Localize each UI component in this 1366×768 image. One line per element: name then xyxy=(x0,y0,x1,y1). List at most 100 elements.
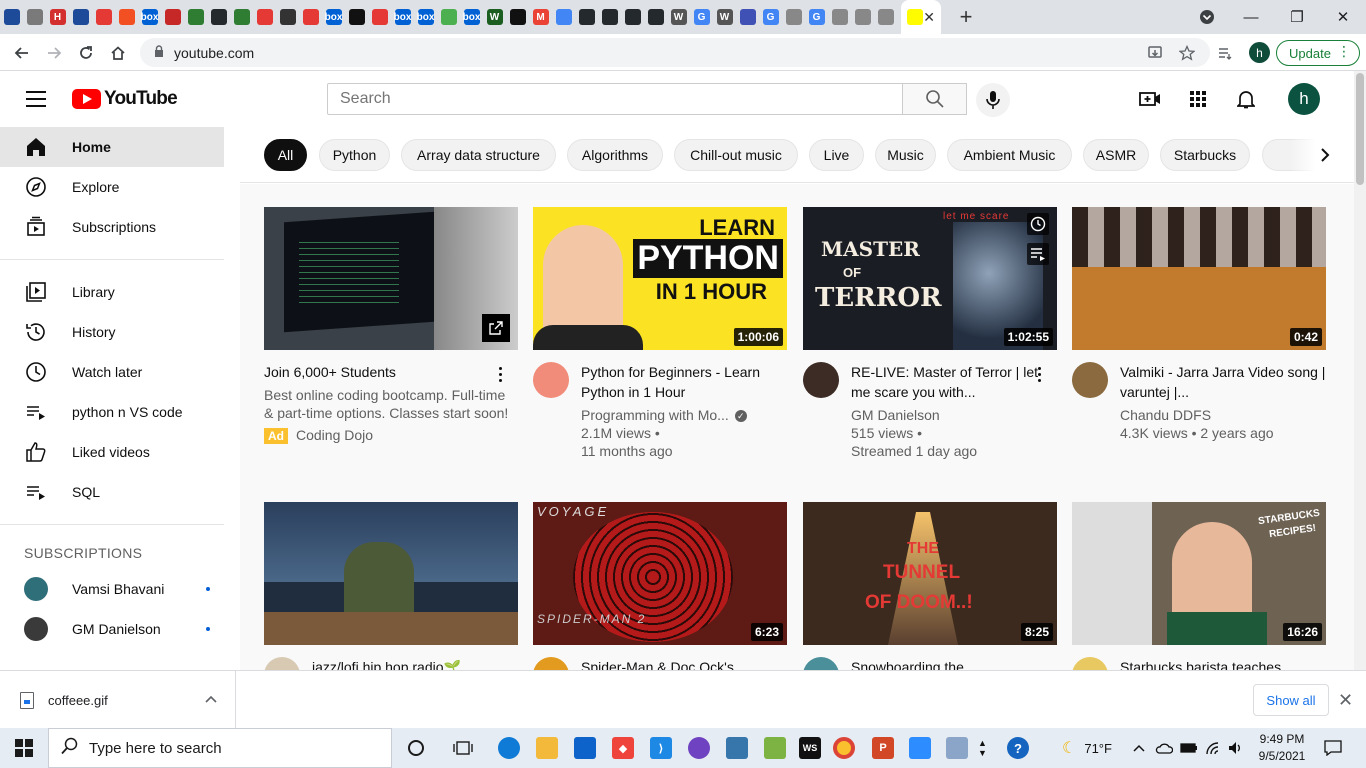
browser-tab[interactable]: G xyxy=(690,0,713,34)
python-taskbar-icon[interactable] xyxy=(721,732,753,764)
browser-tab[interactable]: box xyxy=(414,0,437,34)
show-hidden-icons-button[interactable] xyxy=(1133,728,1145,768)
browser-tab[interactable]: G xyxy=(759,0,782,34)
notifications-button[interactable] xyxy=(1234,87,1258,111)
browser-tab[interactable] xyxy=(828,0,851,34)
browser-tab[interactable] xyxy=(276,0,299,34)
video-card[interactable]: jazz/lofi hip hop radio🌱 xyxy=(264,502,518,670)
chip-live[interactable]: Live xyxy=(809,139,864,171)
reading-list-icon[interactable] xyxy=(1213,38,1237,67)
video-thumbnail[interactable] xyxy=(264,207,518,350)
sidebar-item-liked-videos[interactable]: Liked videos xyxy=(0,432,224,472)
browser-tab[interactable] xyxy=(782,0,805,34)
video-title[interactable]: Valmiki - Jarra Jarra Video song | varun… xyxy=(1120,362,1326,402)
browser-tab[interactable] xyxy=(552,0,575,34)
active-tab[interactable]: ✕ xyxy=(901,0,941,34)
video-thumbnail[interactable]: MASTER OF TERROR let me scare 1:02:55 xyxy=(803,207,1057,350)
video-card[interactable]: LEARN PYTHON IN 1 HOUR 1:00:06 Python for Be… xyxy=(533,207,787,460)
channel-avatar[interactable] xyxy=(1072,362,1108,398)
subscription-item[interactable]: GM Danielson xyxy=(0,609,224,649)
anydesk-taskbar-icon[interactable]: ◆ xyxy=(607,732,639,764)
channel-name[interactable]: GM Danielson xyxy=(851,406,1057,424)
paint-taskbar-icon[interactable] xyxy=(941,732,973,764)
scrollbar-thumb[interactable] xyxy=(1356,73,1364,185)
voice-search-button[interactable] xyxy=(976,83,1010,117)
browser-tab[interactable] xyxy=(184,0,207,34)
browser-tab[interactable] xyxy=(598,0,621,34)
start-button[interactable] xyxy=(0,728,48,768)
page-scrollbar[interactable] xyxy=(1354,71,1366,670)
close-window-button[interactable]: ✕ xyxy=(1320,0,1366,34)
browser-tab[interactable]: H xyxy=(46,0,69,34)
video-thumbnail[interactable]: STARBUCKS RECIPES! 16:26 xyxy=(1072,502,1326,645)
powerpoint-taskbar-icon[interactable]: P xyxy=(867,732,899,764)
video-thumbnail[interactable]: LEARN PYTHON IN 1 HOUR 1:00:06 xyxy=(533,207,787,350)
browser-tab[interactable] xyxy=(644,0,667,34)
github-desktop-taskbar-icon[interactable] xyxy=(683,732,715,764)
cortana-button[interactable] xyxy=(400,732,432,764)
browser-tab[interactable] xyxy=(207,0,230,34)
browser-tab[interactable] xyxy=(23,0,46,34)
video-card[interactable]: STARBUCKS RECIPES! 16:26 Starbucks barista … xyxy=(1072,502,1326,670)
video-title[interactable]: Python for Beginners - Learn Python in 1… xyxy=(581,362,787,402)
vscode-taskbar-icon[interactable]: ⟩ xyxy=(645,732,677,764)
sidebar-item-subscriptions[interactable]: Subscriptions xyxy=(0,207,224,247)
browser-tab[interactable]: W xyxy=(483,0,506,34)
browser-tab[interactable] xyxy=(0,0,23,34)
home-button[interactable] xyxy=(102,37,134,69)
chip-array-data-structure[interactable]: Array data structure xyxy=(401,139,556,171)
more-actions-icon[interactable] xyxy=(1029,364,1049,384)
notification-center-button[interactable] xyxy=(1324,728,1342,768)
maximize-button[interactable]: ❐ xyxy=(1274,0,1320,34)
sidebar-item-python-n-vs-code[interactable]: python n VS code xyxy=(0,392,224,432)
browser-update-button[interactable]: Update ⋮ xyxy=(1276,40,1360,66)
edge-taskbar-icon[interactable] xyxy=(493,732,525,764)
browser-tab[interactable]: G xyxy=(805,0,828,34)
browser-tab[interactable]: W xyxy=(667,0,690,34)
browser-tab[interactable] xyxy=(506,0,529,34)
chip-chill-out-music[interactable]: Chill-out music xyxy=(674,139,798,171)
browser-tab[interactable] xyxy=(69,0,92,34)
browser-tab[interactable] xyxy=(253,0,276,34)
video-thumbnail[interactable]: 0:42 xyxy=(1072,207,1326,350)
chevron-up-icon[interactable] xyxy=(205,691,217,706)
channel-avatar[interactable] xyxy=(803,362,839,398)
video-title[interactable]: Snowboarding the xyxy=(851,657,1057,670)
clock-icon[interactable] xyxy=(1027,213,1049,235)
video-title[interactable]: Starbucks barista teaches xyxy=(1120,657,1326,670)
back-button[interactable] xyxy=(6,37,38,69)
chip-python[interactable]: Python xyxy=(319,139,390,171)
browser-tab[interactable]: box xyxy=(322,0,345,34)
chip-ambient-music[interactable]: Ambient Music xyxy=(947,139,1072,171)
more-actions-icon[interactable] xyxy=(490,364,510,384)
browser-tab[interactable] xyxy=(851,0,874,34)
taskbar-clock[interactable]: 9:49 PM 9/5/2021 xyxy=(1254,731,1310,765)
forward-button[interactable] xyxy=(38,37,70,69)
chip-music[interactable]: Music xyxy=(875,139,936,171)
browser-tab[interactable] xyxy=(92,0,115,34)
external-link-icon[interactable] xyxy=(482,314,510,342)
zoom-taskbar-icon[interactable] xyxy=(904,732,936,764)
channel-avatar[interactable] xyxy=(803,657,839,670)
account-avatar[interactable]: h xyxy=(1288,83,1320,115)
volume-tray-icon[interactable] xyxy=(1228,728,1244,768)
video-thumbnail[interactable]: VOYAGE SPIDER-MAN 2 6:23 xyxy=(533,502,787,645)
sidebar-item-explore[interactable]: Explore xyxy=(0,167,224,207)
chips-next-button[interactable] xyxy=(1290,127,1354,182)
sidebar-item-watch-later[interactable]: Watch later xyxy=(0,352,224,392)
download-item[interactable]: coffeee.gif xyxy=(0,671,236,729)
sidebar-item-home[interactable]: Home xyxy=(0,127,224,167)
video-title[interactable]: jazz/lofi hip hop radio🌱 xyxy=(312,657,518,670)
taskbar-search-box[interactable]: Type here to search xyxy=(48,728,392,768)
browser-tab[interactable] xyxy=(575,0,598,34)
tab-search-button[interactable] xyxy=(1184,0,1230,34)
chip-all[interactable]: All xyxy=(264,139,307,171)
channel-name[interactable]: Programming with Mo... ✓ xyxy=(581,406,787,424)
browser-tab[interactable] xyxy=(874,0,897,34)
webstorm-taskbar-icon[interactable]: WS xyxy=(794,732,826,764)
video-thumbnail[interactable]: THE TUNNEL OF DOOM..! 8:25 xyxy=(803,502,1057,645)
video-card[interactable]: Join 6,000+ Students Best online coding b… xyxy=(264,207,518,445)
video-card[interactable]: MASTER OF TERROR let me scare 1:02:55 RE-LIVE… xyxy=(803,207,1057,460)
chrome-taskbar-icon[interactable] xyxy=(828,732,860,764)
new-tab-button[interactable]: + xyxy=(949,4,983,30)
